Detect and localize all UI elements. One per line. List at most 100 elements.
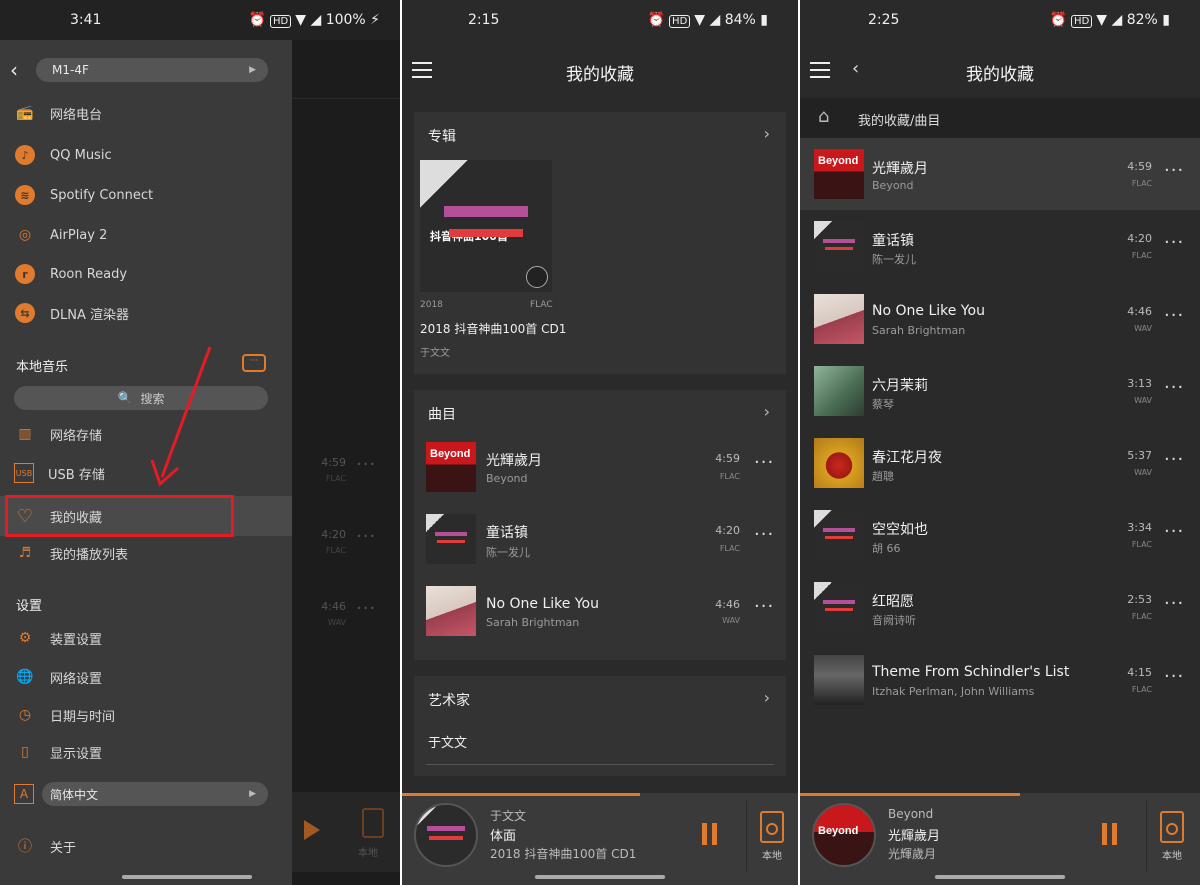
track-format: WAV — [1134, 396, 1152, 405]
now-playing-album: 2018 抖音神曲100首 CD1 — [490, 847, 637, 861]
track-artist: 音阙诗听 — [872, 614, 916, 627]
more-icon[interactable]: ··· — [754, 452, 774, 473]
track-row[interactable]: No One Like You Sarah Brightman 4:46 WAV… — [800, 283, 1200, 355]
track-row[interactable]: Beyond 光輝歲月 Beyond 4:59 FLAC ··· — [414, 430, 786, 502]
track-row[interactable]: 春江花月夜 趙聰 5:37 WAV ··· — [800, 427, 1200, 499]
hd-badge: HD — [270, 15, 292, 28]
artist-item[interactable]: 于文文 — [428, 732, 467, 751]
track-row[interactable]: 六月茉莉 蔡琴 3:13 WAV ··· — [800, 355, 1200, 427]
playback-progress[interactable] — [402, 793, 640, 796]
nas-icon: ▥ — [18, 426, 32, 442]
drawer-label: 日期与时间 — [50, 709, 116, 725]
track-row[interactable]: 红昭愿 音阙诗听 2:53 FLAC ··· — [800, 571, 1200, 643]
drawer-item-nas[interactable]: ▥ 网络存储 — [14, 419, 102, 449]
home-indicator[interactable] — [935, 875, 1065, 879]
drawer-item-playlists[interactable]: ♬ 我的播放列表 — [14, 538, 128, 568]
more-icon[interactable]: ··· — [754, 596, 774, 617]
track-duration: 4:46 — [715, 598, 740, 611]
now-playing-artist: Beyond — [888, 807, 934, 821]
divider — [746, 801, 747, 871]
speaker-icon[interactable] — [760, 811, 784, 843]
chevron-right-icon[interactable]: › — [764, 688, 770, 707]
drawer-item-display[interactable]: ▯ 显示设置 — [14, 737, 102, 767]
chevron-right-icon[interactable]: › — [764, 124, 770, 143]
track-row[interactable]: Theme From Schindler's List Itzhak Perlm… — [800, 644, 1200, 716]
home-icon[interactable]: ⌂ — [818, 106, 829, 127]
drawer-item-airplay[interactable]: ◎ AirPlay 2 — [14, 220, 107, 250]
drawer-item-radio[interactable]: 📻 网络电台 — [14, 98, 102, 128]
drawer-label: Spotify Connect — [50, 187, 154, 203]
drawer-item-roon[interactable]: r Roon Ready — [14, 259, 127, 289]
status-time: 3:41 — [70, 12, 102, 28]
track-duration: 5:37 — [1127, 449, 1152, 462]
track-row[interactable]: No One Like You Sarah Brightman 4:46 WAV… — [414, 574, 786, 646]
track-thumbnail — [814, 438, 864, 488]
more-icon[interactable]: ··· — [1164, 521, 1184, 542]
device-selector[interactable]: M1-4F ▶ — [36, 58, 268, 82]
globe-icon: 🌐 — [16, 669, 34, 685]
track-title: 红昭愿 — [872, 594, 914, 610]
drawer-item-device-settings[interactable]: ⚙ 装置设置 — [14, 623, 102, 653]
more-icon[interactable]: ··· — [754, 524, 774, 545]
track-format: FLAC — [719, 472, 740, 481]
radio-icon: 📻 — [16, 105, 34, 121]
drawer-label: 我的播放列表 — [50, 547, 129, 563]
playback-progress[interactable] — [800, 793, 1020, 796]
more-icon[interactable]: ··· — [1164, 449, 1184, 470]
track-format: FLAC — [1131, 540, 1152, 549]
drawer-label: Roon Ready — [50, 266, 128, 282]
drawer-label: 显示设置 — [50, 746, 103, 762]
drawer-item-network[interactable]: 🌐 网络设置 — [14, 662, 102, 692]
search-input[interactable]: 🔍 搜索 — [14, 386, 268, 410]
device-name: M1-4F — [52, 63, 89, 77]
pause-icon[interactable] — [1102, 823, 1118, 845]
track-format: FLAC — [1131, 612, 1152, 621]
track-row[interactable]: 空空如也 胡 66 3:34 FLAC ··· — [800, 499, 1200, 571]
track-row[interactable]: 童话镇 陈一发儿 4:20 FLAC ··· — [414, 502, 786, 574]
chevron-right-icon[interactable]: › — [764, 402, 770, 421]
more-icon[interactable]: ··· — [1164, 377, 1184, 398]
language-selector[interactable]: 简体中文 ▶ — [42, 782, 268, 806]
track-title: No One Like You — [486, 596, 599, 612]
album-cover[interactable]: 抖音神曲100首 — [420, 160, 552, 292]
now-playing-bar[interactable]: 于文文 体面 2018 抖音神曲100首 CD1 本地 — [402, 793, 798, 885]
chat-icon[interactable]: ··· — [242, 354, 266, 372]
home-indicator[interactable] — [122, 875, 252, 879]
now-playing-art[interactable] — [414, 803, 478, 867]
airplay-icon: ◎ — [18, 227, 32, 243]
now-playing-art[interactable]: Beyond — [812, 803, 876, 867]
track-format: FLAC — [1131, 179, 1152, 188]
back-icon[interactable]: ‹ — [10, 58, 18, 82]
more-icon[interactable]: ··· — [1164, 232, 1184, 253]
more-icon[interactable]: ··· — [1164, 160, 1184, 181]
drawer-item-datetime[interactable]: ◷ 日期与时间 — [14, 700, 115, 730]
drawer-item-about[interactable]: ⓘ 关于 — [14, 831, 76, 861]
drawer-label: 网络设置 — [50, 671, 103, 687]
more-icon[interactable]: ··· — [1164, 666, 1184, 687]
panel-favorite-tracks: 2:25 ⏰ HD ▼ ◢ 82% ▮ ‹ 我的收藏 ⌂ 我的收藏/曲目 Beyon… — [800, 0, 1200, 885]
track-title: Theme From Schindler's List — [872, 664, 1070, 680]
play-icon[interactable] — [526, 266, 548, 288]
drawer-item-spotify[interactable]: ≋ Spotify Connect — [14, 180, 153, 210]
more-icon[interactable]: ··· — [1164, 593, 1184, 614]
section-title: 专辑 — [428, 129, 456, 145]
drawer-item-dlna[interactable]: ⇆ DLNA 渲染器 — [14, 298, 129, 328]
local-music-title: 本地音乐 — [16, 360, 69, 375]
output-label: 本地 — [1162, 851, 1182, 862]
drawer-item-usb[interactable]: USB USB 存储 — [14, 458, 105, 488]
drawer-item-qq[interactable]: ♪ QQ Music — [14, 140, 112, 170]
home-indicator[interactable] — [535, 875, 665, 879]
bg-format: WAV — [328, 618, 346, 627]
track-artist: Itzhak Perlman, John Williams — [872, 685, 1035, 698]
pause-icon[interactable] — [702, 823, 718, 845]
track-row[interactable]: 童话镇 陈一发儿 4:20 FLAC ··· — [800, 210, 1200, 282]
track-row-active[interactable]: Beyond 光輝歲月 Beyond 4:59 FLAC ··· — [800, 138, 1200, 210]
speaker-icon[interactable] — [1160, 811, 1184, 843]
roon-icon: r — [14, 263, 36, 285]
bg-format: FLAC — [325, 474, 346, 483]
album-title[interactable]: 2018 抖音神曲100首 CD1 — [420, 320, 566, 337]
content-overlay[interactable]: 4:59 FLAC 4:20 FLAC 4:46 WAV ··· ··· ···… — [292, 40, 400, 885]
now-playing-bar[interactable]: Beyond Beyond 光輝歲月 光輝歲月 本地 — [800, 793, 1200, 885]
battery-level: 84% — [724, 12, 756, 28]
more-icon[interactable]: ··· — [1164, 305, 1184, 326]
